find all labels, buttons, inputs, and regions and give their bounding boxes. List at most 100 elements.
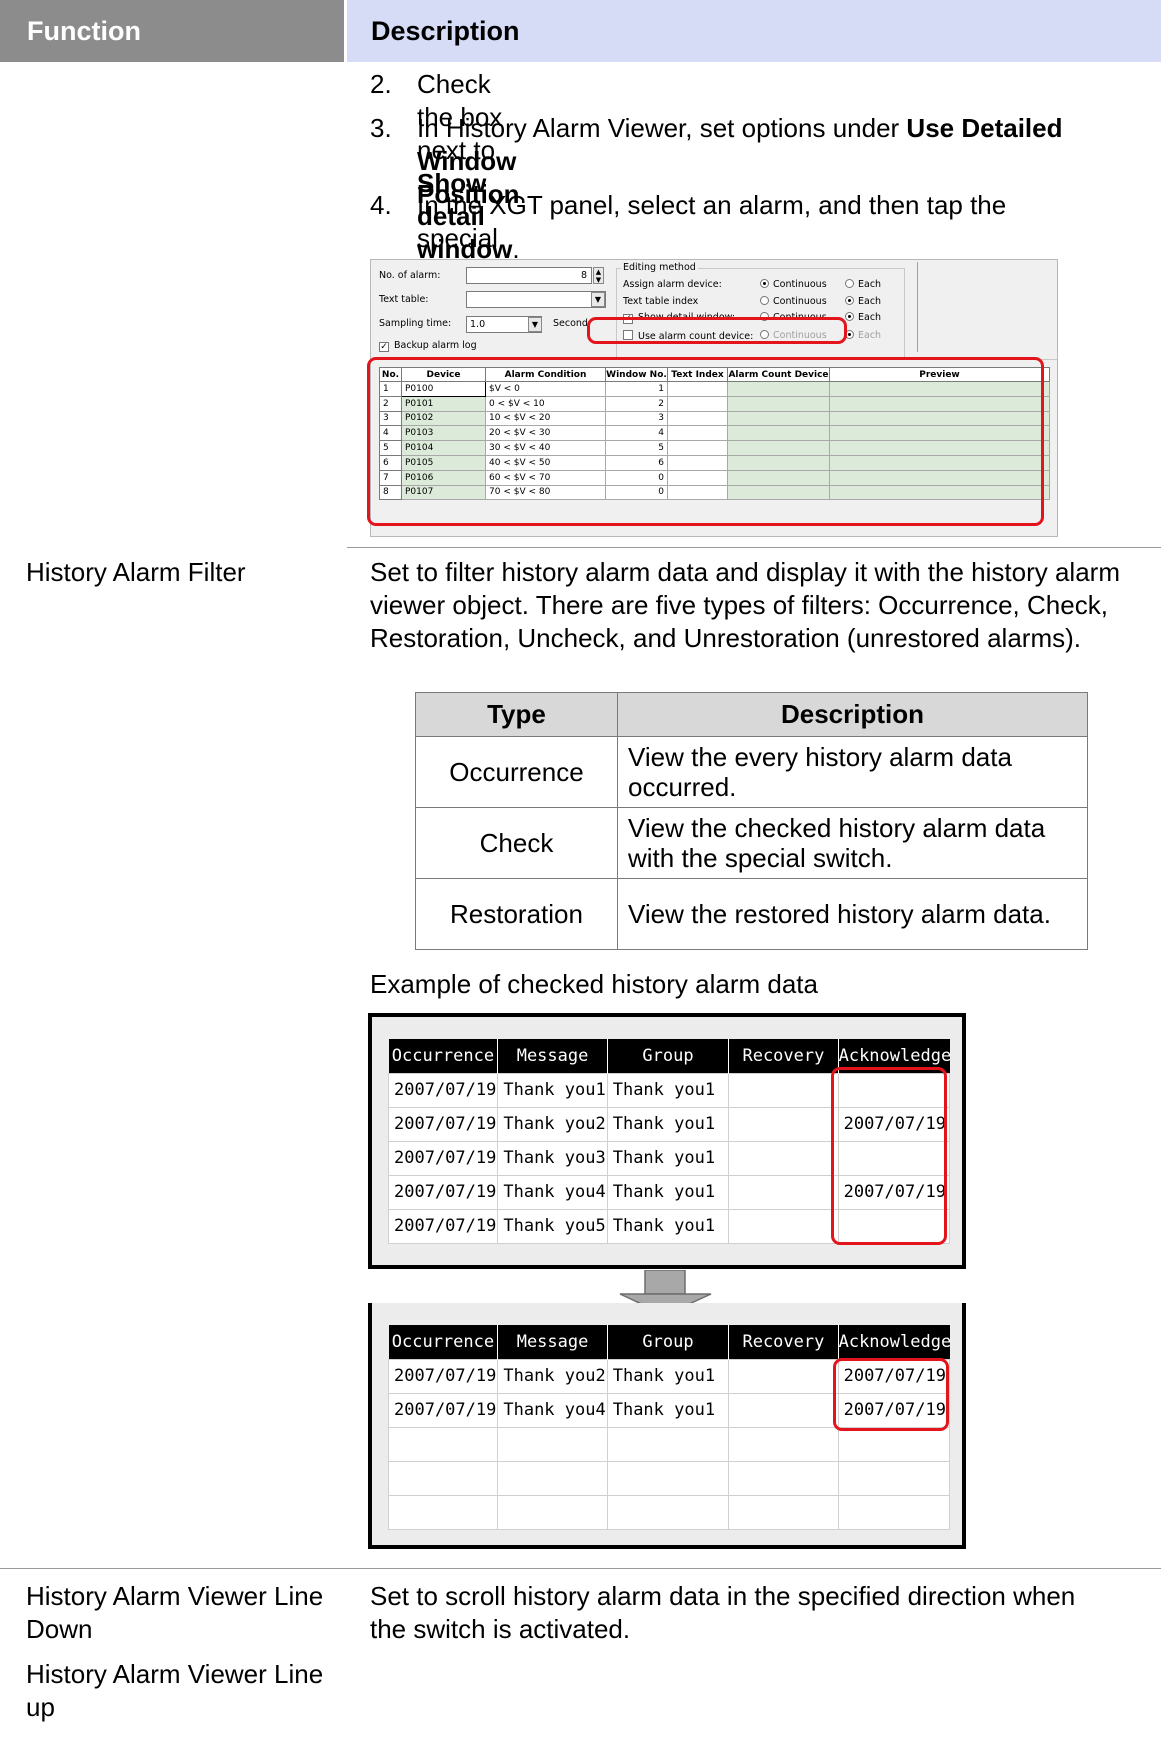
viewer-cell: 2007/07/19 bbox=[387, 1358, 499, 1394]
no-of-alarm-label: No. of alarm: bbox=[379, 270, 441, 281]
viewer-cell: Thank you3 bbox=[497, 1140, 608, 1176]
viewer-cell: Thank you2 bbox=[497, 1358, 608, 1394]
line-up-function-name: History Alarm Viewer Line up bbox=[26, 1659, 324, 1722]
filter-type-cell: Occurrence bbox=[415, 736, 618, 808]
radio-icon[interactable] bbox=[760, 296, 769, 305]
index-continuous-radio[interactable]: Continuous bbox=[760, 296, 827, 307]
viewer-cell: Thank you2 bbox=[497, 1106, 608, 1142]
filter-description: Set to filter history alarm data and dis… bbox=[370, 557, 1120, 653]
line-row-description: Set to scroll history alarm data in the … bbox=[370, 1581, 1076, 1644]
viewer-cell bbox=[728, 1174, 839, 1210]
viewer-cell: 2007/07/19 bbox=[387, 1106, 499, 1142]
viewer-cell bbox=[606, 1494, 730, 1530]
filter-type-table: Type Description Occurrence View the ever… bbox=[415, 692, 1088, 950]
viewer-cell: Thank you1 bbox=[606, 1392, 730, 1428]
line-down-function-name: History Alarm Viewer Line Down bbox=[26, 1581, 324, 1644]
detail-each-radio[interactable]: Each bbox=[845, 312, 881, 323]
radio-label: Each bbox=[858, 279, 882, 290]
viewer-column-header: Group bbox=[607, 1325, 730, 1359]
viewer-cell bbox=[728, 1460, 839, 1496]
viewer-column-header: Message bbox=[497, 1325, 608, 1359]
sampling-time-label: Sampling time: bbox=[379, 318, 452, 329]
description-column-header: Description bbox=[347, 0, 1161, 62]
viewer-cell: Thank you4 bbox=[497, 1392, 608, 1428]
assign-continuous-radio[interactable]: Continuous bbox=[760, 279, 827, 290]
viewer-column-header: Acknowledge bbox=[838, 1325, 951, 1359]
viewer-cell bbox=[606, 1460, 730, 1496]
radio-selected-icon[interactable] bbox=[760, 279, 769, 288]
viewer-cell bbox=[728, 1140, 839, 1176]
viewer-cell bbox=[387, 1426, 499, 1462]
step-number: 3. bbox=[370, 113, 392, 143]
viewer-cell bbox=[728, 1106, 839, 1142]
viewer-row bbox=[387, 1426, 951, 1462]
viewer-cell bbox=[728, 1392, 839, 1428]
chevron-down-icon[interactable]: ▼ bbox=[591, 292, 605, 307]
radio-selected-icon[interactable] bbox=[845, 312, 854, 321]
viewer-column-header: Occurrence bbox=[388, 1325, 499, 1359]
viewer-cell bbox=[837, 1426, 951, 1462]
radio-label: Each bbox=[858, 296, 882, 307]
viewer-cell bbox=[837, 1460, 951, 1496]
filter-type-cell: Restoration bbox=[415, 878, 618, 950]
viewer-cell bbox=[728, 1494, 839, 1530]
viewer-cell: Thank you1 bbox=[606, 1140, 730, 1176]
viewer-cell: Thank you1 bbox=[606, 1072, 730, 1108]
radio-label: Each bbox=[858, 330, 882, 341]
filter-type-cell: Check bbox=[415, 807, 618, 879]
viewer-column-header: Recovery bbox=[728, 1325, 839, 1359]
filter-description-cell: View the checked history alarm data with… bbox=[617, 807, 1088, 879]
text-table-select[interactable] bbox=[466, 291, 606, 308]
viewer-cell bbox=[728, 1426, 839, 1462]
step-text: In the XGT panel, select an alarm, and t… bbox=[417, 190, 1007, 220]
viewer-cell: Thank you5 bbox=[497, 1208, 608, 1244]
viewer-cell bbox=[497, 1494, 608, 1530]
viewer-cell bbox=[606, 1426, 730, 1462]
viewer-cell: 2007/07/19 bbox=[387, 1140, 499, 1176]
row-divider bbox=[0, 1568, 1161, 1569]
example-caption: Example of checked history alarm data bbox=[370, 969, 818, 999]
viewer-cell: Thank you1 bbox=[606, 1208, 730, 1244]
viewer-cell: 2007/07/19 bbox=[387, 1072, 499, 1108]
assign-each-radio[interactable]: Each bbox=[845, 279, 881, 290]
filter-table-row: Occurrence View the every history alarm d… bbox=[415, 736, 1088, 808]
viewer-cell: Thank you1 bbox=[606, 1358, 730, 1394]
viewer-cell: 2007/07/19 bbox=[387, 1208, 499, 1244]
chevron-down-icon[interactable]: ▼ bbox=[528, 317, 542, 332]
filter-table-row: Check View the checked history alarm data… bbox=[415, 807, 1088, 879]
checkbox-checked-icon[interactable]: ✓ bbox=[379, 342, 389, 352]
backup-alarm-log-label: Backup alarm log bbox=[394, 340, 477, 351]
viewer-column-header: Occurrence bbox=[388, 1039, 499, 1073]
step-text: In History Alarm Viewer, set options und… bbox=[417, 113, 907, 143]
spinner-icon[interactable]: ▲ ▼ bbox=[593, 267, 604, 284]
radio-label: Continuous bbox=[773, 279, 827, 290]
filter-description-cell: View the every history alarm data occurr… bbox=[617, 736, 1088, 808]
step-number: 2. bbox=[370, 69, 392, 99]
editing-method-group: Editing method Assign alarm device: Cont… bbox=[616, 262, 905, 358]
row-divider bbox=[347, 547, 1161, 548]
viewer-column-header: Message bbox=[497, 1039, 608, 1073]
backup-alarm-log-checkbox[interactable]: ✓ Backup alarm log bbox=[379, 340, 477, 352]
viewer-cell bbox=[728, 1208, 839, 1244]
radio-selected-icon[interactable] bbox=[845, 296, 854, 305]
viewer-cell: 2007/07/19 bbox=[387, 1392, 499, 1428]
viewer-cell bbox=[387, 1460, 499, 1496]
highlight-box bbox=[833, 1358, 949, 1431]
viewer-cell bbox=[837, 1494, 951, 1530]
viewer-cell bbox=[728, 1072, 839, 1108]
editing-method-title: Editing method bbox=[621, 262, 698, 273]
highlight-box bbox=[831, 1067, 947, 1245]
radio-icon[interactable] bbox=[845, 279, 854, 288]
radio-label: Each bbox=[858, 312, 882, 323]
viewer-column-header: Recovery bbox=[728, 1039, 839, 1073]
index-each-radio[interactable]: Each bbox=[845, 296, 881, 307]
radio-label: Continuous bbox=[773, 296, 827, 307]
viewer-cell bbox=[387, 1494, 499, 1530]
viewer-row bbox=[387, 1494, 951, 1530]
viewer-cell: Thank you1 bbox=[497, 1072, 608, 1108]
highlight-box bbox=[587, 317, 847, 344]
step-number: 4. bbox=[370, 190, 392, 220]
type-column-header: Type bbox=[415, 692, 618, 737]
no-of-alarm-input[interactable]: 8 bbox=[466, 267, 592, 284]
sampling-unit: Second bbox=[553, 318, 588, 329]
